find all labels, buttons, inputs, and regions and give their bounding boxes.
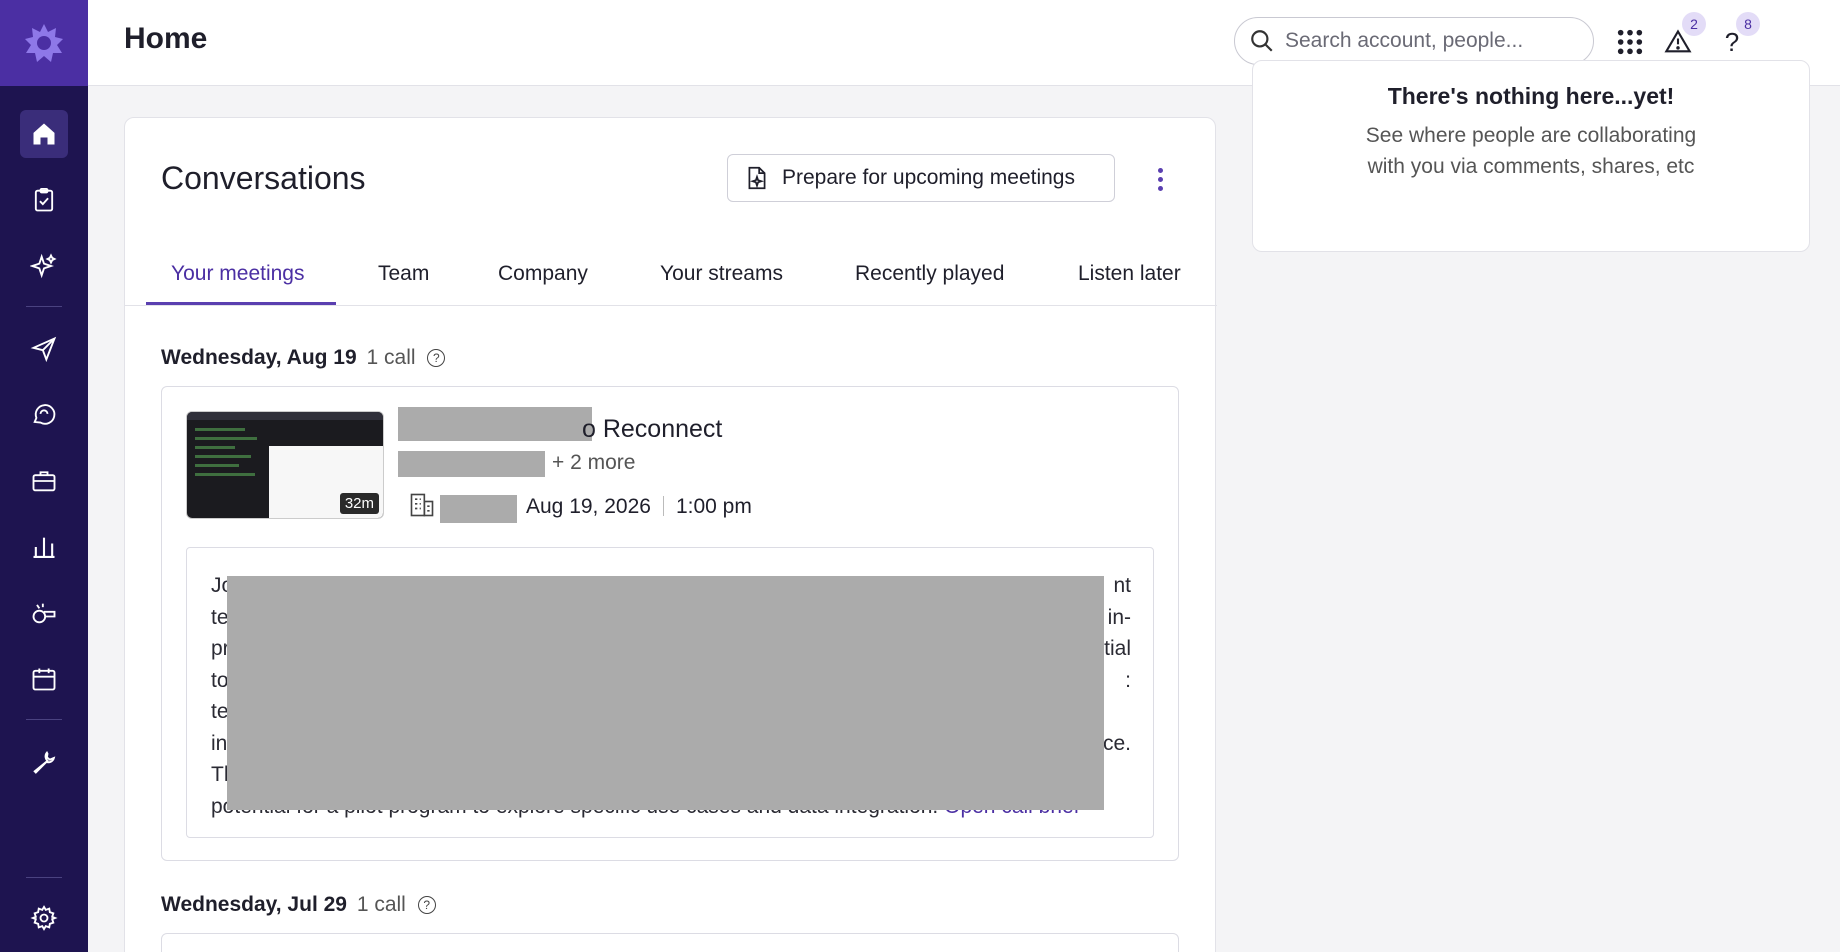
conversation-tabs: Your meetings Team Company Your streams …	[125, 252, 1217, 306]
redacted-summary	[227, 576, 1104, 810]
sidebar-divider	[26, 877, 62, 878]
sidebar-item-coaching[interactable]	[20, 589, 68, 637]
active-tab-indicator	[146, 302, 336, 305]
sidebar-item-insights[interactable]	[20, 523, 68, 571]
alerts-badge: 2	[1682, 12, 1706, 36]
participants-more[interactable]: + 2 more	[552, 451, 635, 475]
sidebar-divider	[26, 306, 62, 307]
sidebar-item-tools[interactable]	[20, 738, 68, 786]
wrench-icon	[33, 750, 56, 774]
conversations-card: Conversations Prepare for upcoming meeti…	[124, 117, 1217, 952]
sidebar-item-engage[interactable]	[20, 325, 68, 373]
document-sparkle-icon	[748, 166, 766, 190]
briefcase-icon	[32, 471, 56, 492]
sidebar-item-home[interactable]	[20, 110, 68, 158]
tab-your-streams[interactable]: Your streams	[660, 262, 783, 302]
call-time: 1:00 pm	[675, 495, 752, 518]
sparkle-icon	[30, 253, 57, 279]
day-header: Wednesday, Jul 29 1 call ?	[161, 893, 436, 917]
tab-your-meetings[interactable]: Your meetings	[171, 262, 304, 302]
call-card[interactable]	[161, 933, 1179, 952]
help-badge: 8	[1736, 12, 1760, 36]
help-circle-icon[interactable]: ?	[427, 349, 446, 367]
starburst-logo-icon	[25, 24, 63, 62]
tab-recently-played[interactable]: Recently played	[855, 262, 1004, 302]
day-date: Wednesday, Jul 29	[161, 893, 347, 916]
kebab-dot-icon	[1157, 185, 1163, 191]
more-options-button[interactable]	[1147, 162, 1173, 196]
search-input[interactable]	[1285, 29, 1565, 53]
help-circle-icon[interactable]: ?	[417, 896, 436, 914]
bar-chart-icon	[33, 537, 55, 558]
sidebar-item-calendar[interactable]	[20, 655, 68, 703]
apps-button[interactable]	[1612, 24, 1648, 60]
day-date: Wednesday, Aug 19	[161, 346, 357, 369]
call-duration: 32m	[339, 493, 379, 514]
logo[interactable]	[0, 0, 88, 86]
prepare-meetings-label: Prepare for upcoming meetings	[782, 166, 1075, 189]
whistle-icon	[32, 603, 56, 624]
grid-dots-icon	[1617, 29, 1643, 55]
kebab-dot-icon	[1157, 176, 1163, 182]
thumbnail-code-lines	[195, 428, 261, 482]
conversations-title: Conversations	[161, 160, 366, 196]
call-title[interactable]: o Reconnect	[582, 415, 722, 444]
call-date: Aug 19, 2026	[526, 495, 651, 518]
tab-listen-later[interactable]: Listen later	[1078, 262, 1181, 302]
chat-icon	[33, 404, 56, 425]
day-header: Wednesday, Aug 19 1 call ?	[161, 346, 446, 370]
alerts-button[interactable]: 2	[1660, 12, 1706, 60]
send-icon	[30, 336, 57, 363]
sidebar-item-tasks[interactable]	[20, 176, 68, 224]
redacted-company	[440, 495, 517, 523]
building-icon	[410, 493, 434, 517]
tab-company[interactable]: Company	[498, 262, 588, 302]
day-call-count: 1 call	[356, 893, 406, 916]
calendar-icon	[32, 668, 56, 691]
page-title: Home	[124, 22, 208, 55]
sidebar-item-conversations[interactable]	[20, 391, 68, 439]
thumbnail-strip	[187, 412, 383, 420]
activity-empty-heading: There's nothing here...yet!	[1387, 83, 1675, 109]
help-button[interactable]: ? 8	[1714, 12, 1760, 60]
call-summary: Jont tein- prtial to: te ince. Th potent…	[186, 547, 1154, 838]
sidebar-item-ai[interactable]	[20, 242, 68, 290]
search-box[interactable]	[1234, 17, 1594, 65]
call-datetime: Aug 19, 2026 1:00 pm	[526, 495, 752, 519]
redacted-participants	[398, 451, 545, 477]
sidebar-bottom	[0, 861, 88, 942]
home-icon	[33, 123, 55, 145]
search-icon	[1251, 30, 1273, 52]
sidebar-divider	[26, 719, 62, 720]
question-icon: ?	[1724, 26, 1740, 57]
day-call-count: 1 call	[366, 346, 416, 369]
activity-panel: There's nothing here...yet! See where pe…	[1252, 60, 1810, 252]
sidebar-item-settings[interactable]	[20, 894, 68, 942]
activity-empty-text: See where people are collaborating with …	[1365, 124, 1697, 178]
kebab-dot-icon	[1157, 167, 1163, 173]
sidebar	[0, 0, 88, 952]
clipboard-icon	[34, 187, 54, 212]
call-card[interactable]: 32m o Reconnect + 2 more Aug 19, 2026 1:0…	[161, 386, 1179, 861]
gear-icon	[30, 905, 58, 931]
redacted-title	[398, 407, 592, 441]
prepare-meetings-button[interactable]: Prepare for upcoming meetings	[727, 154, 1115, 202]
sidebar-item-deals[interactable]	[20, 457, 68, 505]
date-separator	[662, 496, 664, 516]
tab-team[interactable]: Team	[378, 262, 429, 302]
call-thumbnail[interactable]: 32m	[186, 411, 384, 519]
